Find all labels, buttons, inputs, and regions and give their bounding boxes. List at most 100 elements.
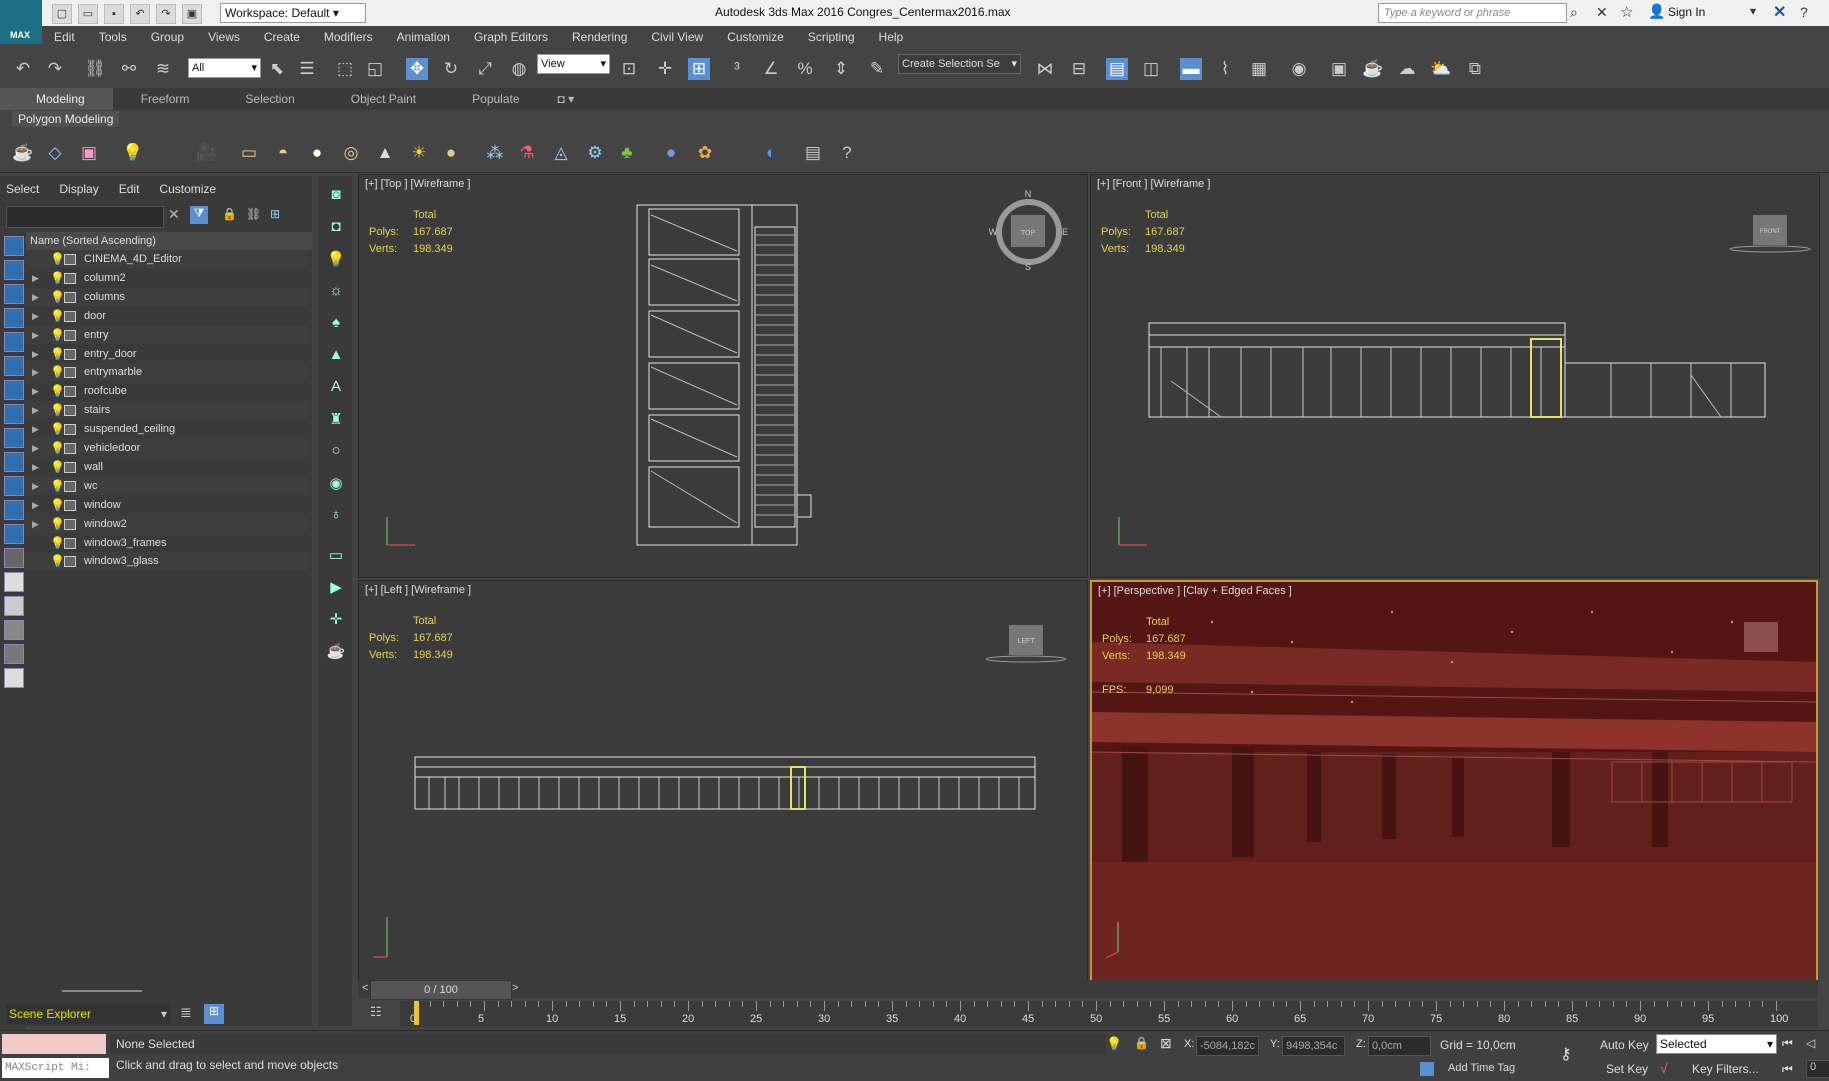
scene-menu-customize[interactable]: Customize bbox=[159, 182, 216, 196]
camera-icon[interactable]: 🎥 bbox=[196, 142, 218, 164]
viewport-label[interactable]: [+] [Perspective ] [Clay + Edged Faces ] bbox=[1098, 585, 1292, 597]
options-icon[interactable] bbox=[4, 668, 24, 688]
display-frozen-icon[interactable] bbox=[4, 500, 24, 520]
search-input[interactable]: Type a keyword or phrase bbox=[1378, 3, 1567, 23]
visibility-bulb-icon[interactable]: 💡 bbox=[50, 345, 65, 363]
polygon-modeling-panel[interactable]: Polygon Modeling bbox=[12, 111, 120, 127]
maxscript-listener-output[interactable] bbox=[2, 1034, 106, 1054]
auto-key-button[interactable]: Auto Key bbox=[1600, 1038, 1649, 1052]
tree-row[interactable]: ▶ 💡 entry bbox=[26, 325, 308, 344]
prism-icon[interactable]: ◬ bbox=[550, 142, 572, 164]
select-children-icon[interactable]: ⊞ bbox=[270, 207, 280, 221]
lock-icon[interactable]: 🔒 bbox=[222, 207, 237, 221]
help-icon[interactable]: ? bbox=[836, 142, 858, 164]
current-frame-field[interactable]: 0 bbox=[1806, 1060, 1829, 1078]
expand-arrow-icon[interactable]: ▶ bbox=[32, 496, 39, 514]
scene-explorer-dropdown[interactable]: Scene Explorer ▾ bbox=[6, 1004, 171, 1024]
display-shapes-icon[interactable] bbox=[4, 284, 24, 304]
expand-arrow-icon[interactable]: ▶ bbox=[32, 345, 39, 363]
snaps-toggle-icon[interactable]: ³ bbox=[726, 58, 748, 80]
material-editor-icon[interactable]: ◉ bbox=[1288, 58, 1310, 80]
tree-row[interactable]: 💡 window3_glass bbox=[26, 552, 308, 571]
create-helper-icon[interactable]: ◘ bbox=[326, 218, 346, 238]
menu-civil-view[interactable]: Civil View bbox=[639, 26, 715, 48]
reference-coordinate-dropdown[interactable]: View ▾ bbox=[537, 54, 610, 74]
spinner-snap-icon[interactable]: ⇕ bbox=[830, 58, 852, 80]
create-shape-icon[interactable]: ♜ bbox=[326, 410, 346, 430]
tree-row[interactable]: ▶ 💡 wc bbox=[26, 476, 308, 495]
visibility-bulb-icon[interactable]: 💡 bbox=[50, 496, 65, 514]
exchange-icon[interactable]: ✕ bbox=[1773, 2, 1786, 22]
tree-scrollbar[interactable] bbox=[62, 990, 142, 992]
select-by-name-icon[interactable]: ☰ bbox=[296, 58, 318, 80]
x-coordinate-field[interactable]: -5084,182c bbox=[1196, 1036, 1259, 1056]
ribbon-toggle-icon[interactable]: ▬ bbox=[1180, 58, 1202, 80]
display-groups-icon[interactable] bbox=[4, 404, 24, 424]
time-prev-icon[interactable]: < bbox=[362, 982, 368, 994]
create-bulb-icon[interactable]: ♁ bbox=[326, 506, 346, 526]
track-bar[interactable]: 0510152025303540455055606570758085909510… bbox=[400, 1001, 1818, 1027]
menu-animation[interactable]: Animation bbox=[385, 26, 462, 48]
expand-arrow-icon[interactable]: ▶ bbox=[32, 269, 39, 287]
menu-tools[interactable]: Tools bbox=[87, 26, 139, 48]
tab-object-paint[interactable]: Object Paint bbox=[323, 88, 444, 110]
view-cube-label[interactable]: TOP bbox=[1021, 230, 1036, 237]
a360-render-icon[interactable]: ⧉ bbox=[1464, 58, 1486, 80]
render-scene-icon[interactable]: ◐ bbox=[760, 142, 782, 164]
isolate-selection-icon[interactable]: 💡 bbox=[1106, 1036, 1122, 1052]
save-file-icon[interactable]: ▪ bbox=[104, 4, 124, 24]
layers-icon[interactable]: ≣ bbox=[180, 1004, 192, 1021]
file-link-icon[interactable]: ▤ bbox=[802, 142, 824, 164]
plant-icon[interactable]: ♣ bbox=[616, 142, 638, 164]
menu-create[interactable]: Create bbox=[252, 26, 312, 48]
render-image-icon[interactable]: ▣ bbox=[78, 142, 100, 164]
menu-help[interactable]: Help bbox=[867, 26, 916, 48]
utilities-panel-icon[interactable]: ☕ bbox=[326, 642, 346, 662]
visibility-bulb-icon[interactable]: 💡 bbox=[50, 420, 65, 438]
layer-explorer-icon[interactable]: ◫ bbox=[1140, 58, 1162, 80]
workspace-dropdown[interactable]: Workspace: Default ▾ bbox=[220, 3, 366, 23]
absolute-mode-icon[interactable]: ⊠ bbox=[1160, 1035, 1172, 1052]
tree-row[interactable]: ▶ 💡 roofcube bbox=[26, 382, 308, 401]
render-iterative-icon[interactable]: ⛅ bbox=[1430, 58, 1452, 80]
mirror-icon[interactable]: ⋈ bbox=[1034, 58, 1056, 80]
undo-icon[interactable]: ↶ bbox=[12, 58, 34, 80]
expand-arrow-icon[interactable]: ▶ bbox=[32, 458, 39, 476]
tree-row[interactable]: ▶ 💡 window bbox=[26, 495, 308, 514]
molecule-icon[interactable]: ⚗ bbox=[516, 142, 538, 164]
edit-named-selection-icon[interactable]: ✎ bbox=[866, 58, 888, 80]
selection-lock-icon[interactable]: 🔒 bbox=[1134, 1036, 1149, 1050]
redo-icon[interactable]: ↷ bbox=[44, 58, 66, 80]
named-selection-dropdown[interactable]: Create Selection Se ▾ bbox=[898, 54, 1021, 74]
scene-menu-display[interactable]: Display bbox=[59, 182, 98, 196]
key-filters-button[interactable]: Key Filters... bbox=[1692, 1062, 1759, 1076]
expand-arrow-icon[interactable]: ▶ bbox=[32, 401, 39, 419]
tree-row[interactable]: ▶ 💡 entry_door bbox=[26, 344, 308, 363]
time-slider-thumb[interactable]: 0 / 100 bbox=[370, 980, 512, 1000]
funnel-icon[interactable] bbox=[4, 620, 24, 640]
cone-icon[interactable]: ▲ bbox=[374, 142, 396, 164]
visibility-bulb-icon[interactable]: 💡 bbox=[50, 288, 65, 306]
visibility-bulb-icon[interactable]: 💡 bbox=[50, 534, 65, 552]
viewport-top[interactable]: [+] [Top ] [Wireframe ] Total Polys: 167.… bbox=[358, 174, 1088, 578]
sign-in-button[interactable]: Sign In bbox=[1668, 5, 1705, 19]
display-all-toggle-icon[interactable] bbox=[4, 548, 24, 568]
select-place-icon[interactable]: ◍ bbox=[508, 58, 530, 80]
display-cameras-icon[interactable] bbox=[4, 332, 24, 352]
display-containers-icon[interactable] bbox=[4, 476, 24, 496]
tree-row[interactable]: 💡 window3_frames bbox=[26, 533, 308, 552]
tree-row[interactable]: ▶ 💡 vehicledoor bbox=[26, 439, 308, 457]
torus-icon[interactable]: ◎ bbox=[340, 142, 362, 164]
visibility-bulb-icon[interactable]: 💡 bbox=[50, 458, 65, 476]
view-cube-label[interactable]: FRONT bbox=[1760, 229, 1781, 235]
mini-curve-editor-icon[interactable]: ☷ bbox=[370, 1004, 382, 1020]
current-frame-marker[interactable] bbox=[414, 1001, 419, 1025]
filter-icon[interactable]: ⧩ bbox=[190, 206, 208, 224]
viewport-perspective[interactable]: [+] [Perspective ] [Clay + Edged Faces ]… bbox=[1090, 580, 1818, 982]
tree-row[interactable]: ▶ 💡 window2 bbox=[26, 514, 308, 533]
hemisphere-icon[interactable]: ◓ bbox=[272, 142, 294, 164]
project-folder-icon[interactable]: ▣ bbox=[182, 4, 202, 24]
communication-center-icon[interactable]: ✕ bbox=[1596, 4, 1608, 21]
light-bulb-icon[interactable]: 💡 bbox=[122, 142, 144, 164]
gear-icon[interactable]: ⚙ bbox=[584, 142, 606, 164]
